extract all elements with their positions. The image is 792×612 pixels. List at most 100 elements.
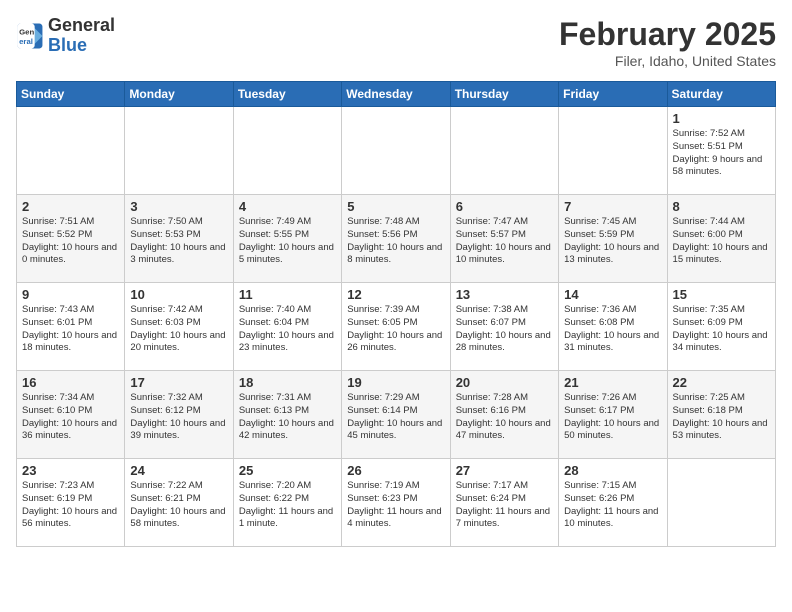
day-info: Sunrise: 7:39 AM Sunset: 6:05 PM Dayligh… <box>347 304 444 355</box>
day-number: 17 <box>130 375 227 390</box>
calendar-table: SundayMondayTuesdayWednesdayThursdayFrid… <box>16 81 776 547</box>
calendar-cell: 13 Sunrise: 7:38 AM Sunset: 6:07 PM Dayli… <box>450 283 558 371</box>
day-info: Sunrise: 7:49 AM Sunset: 5:55 PM Dayligh… <box>239 216 336 267</box>
calendar-cell <box>450 107 558 195</box>
day-info: Sunrise: 7:20 AM Sunset: 6:22 PM Dayligh… <box>239 480 336 531</box>
weekday-header: Wednesday <box>342 82 450 107</box>
calendar-cell <box>559 107 667 195</box>
day-info: Sunrise: 7:25 AM Sunset: 6:18 PM Dayligh… <box>673 392 770 443</box>
day-info: Sunrise: 7:34 AM Sunset: 6:10 PM Dayligh… <box>22 392 119 443</box>
day-info: Sunrise: 7:26 AM Sunset: 6:17 PM Dayligh… <box>564 392 661 443</box>
calendar-cell: 26Sunrise: 7:19 AM Sunset: 6:23 PM Dayli… <box>342 459 450 547</box>
day-number: 4 <box>239 199 336 214</box>
day-number: 6 <box>456 199 553 214</box>
day-info: Sunrise: 7:29 AM Sunset: 6:14 PM Dayligh… <box>347 392 444 443</box>
day-number: 16 <box>22 375 119 390</box>
calendar-cell: 25 Sunrise: 7:20 AM Sunset: 6:22 PM Dayli… <box>233 459 341 547</box>
day-number: 9 <box>22 287 119 302</box>
calendar-week-row: 16 Sunrise: 7:34 AM Sunset: 6:10 PM Dayli… <box>17 371 776 459</box>
calendar-cell: 28 Sunrise: 7:15 AM Sunset: 6:26 PM Dayli… <box>559 459 667 547</box>
logo: Gen eral General Blue <box>16 16 115 56</box>
day-info: Sunrise: 7:40 AM Sunset: 6:04 PM Dayligh… <box>239 304 336 355</box>
calendar-cell: 12 Sunrise: 7:39 AM Sunset: 6:05 PM Dayli… <box>342 283 450 371</box>
day-info: Sunrise: 7:52 AM Sunset: 5:51 PM Dayligh… <box>673 128 770 179</box>
calendar-week-row: 1 Sunrise: 7:52 AM Sunset: 5:51 PM Daylig… <box>17 107 776 195</box>
day-number: 27 <box>456 463 553 478</box>
weekday-header-row: SundayMondayTuesdayWednesdayThursdayFrid… <box>17 82 776 107</box>
calendar-week-row: 2 Sunrise: 7:51 AM Sunset: 5:52 PM Daylig… <box>17 195 776 283</box>
calendar-cell: 1 Sunrise: 7:52 AM Sunset: 5:51 PM Daylig… <box>667 107 775 195</box>
calendar-cell: 27 Sunrise: 7:17 AM Sunset: 6:24 PM Dayli… <box>450 459 558 547</box>
day-info: Sunrise: 7:31 AM Sunset: 6:13 PM Dayligh… <box>239 392 336 443</box>
calendar-cell: 23Sunrise: 7:23 AM Sunset: 6:19 PM Dayli… <box>17 459 125 547</box>
calendar-cell <box>342 107 450 195</box>
calendar-cell: 16 Sunrise: 7:34 AM Sunset: 6:10 PM Dayli… <box>17 371 125 459</box>
calendar-cell: 11 Sunrise: 7:40 AM Sunset: 6:04 PM Dayli… <box>233 283 341 371</box>
day-number: 26 <box>347 463 444 478</box>
logo-icon: Gen eral <box>16 22 44 50</box>
day-number: 2 <box>22 199 119 214</box>
calendar-cell: 17Sunrise: 7:32 AM Sunset: 6:12 PM Dayli… <box>125 371 233 459</box>
weekday-header: Friday <box>559 82 667 107</box>
day-number: 24 <box>130 463 227 478</box>
weekday-header: Sunday <box>17 82 125 107</box>
calendar-cell: 4 Sunrise: 7:49 AM Sunset: 5:55 PM Daylig… <box>233 195 341 283</box>
calendar-cell: 2 Sunrise: 7:51 AM Sunset: 5:52 PM Daylig… <box>17 195 125 283</box>
calendar-cell: 9 Sunrise: 7:43 AM Sunset: 6:01 PM Daylig… <box>17 283 125 371</box>
calendar-cell: 22 Sunrise: 7:25 AM Sunset: 6:18 PM Dayli… <box>667 371 775 459</box>
weekday-header: Monday <box>125 82 233 107</box>
day-number: 7 <box>564 199 661 214</box>
calendar-subtitle: Filer, Idaho, United States <box>559 53 776 69</box>
day-info: Sunrise: 7:15 AM Sunset: 6:26 PM Dayligh… <box>564 480 661 531</box>
day-number: 14 <box>564 287 661 302</box>
day-number: 13 <box>456 287 553 302</box>
logo-text: General Blue <box>48 16 115 56</box>
day-number: 19 <box>347 375 444 390</box>
calendar-cell: 14 Sunrise: 7:36 AM Sunset: 6:08 PM Dayli… <box>559 283 667 371</box>
day-info: Sunrise: 7:28 AM Sunset: 6:16 PM Dayligh… <box>456 392 553 443</box>
calendar-cell: 10 Sunrise: 7:42 AM Sunset: 6:03 PM Dayli… <box>125 283 233 371</box>
day-info: Sunrise: 7:43 AM Sunset: 6:01 PM Dayligh… <box>22 304 119 355</box>
day-number: 10 <box>130 287 227 302</box>
day-number: 25 <box>239 463 336 478</box>
day-info: Sunrise: 7:51 AM Sunset: 5:52 PM Dayligh… <box>22 216 119 267</box>
weekday-header: Thursday <box>450 82 558 107</box>
day-info: Sunrise: 7:36 AM Sunset: 6:08 PM Dayligh… <box>564 304 661 355</box>
day-number: 3 <box>130 199 227 214</box>
day-number: 20 <box>456 375 553 390</box>
svg-text:Gen: Gen <box>19 27 34 36</box>
calendar-cell: 8Sunrise: 7:44 AM Sunset: 6:00 PM Daylig… <box>667 195 775 283</box>
calendar-cell: 3Sunrise: 7:50 AM Sunset: 5:53 PM Daylig… <box>125 195 233 283</box>
day-info: Sunrise: 7:48 AM Sunset: 5:56 PM Dayligh… <box>347 216 444 267</box>
day-number: 22 <box>673 375 770 390</box>
day-number: 8 <box>673 199 770 214</box>
day-info: Sunrise: 7:45 AM Sunset: 5:59 PM Dayligh… <box>564 216 661 267</box>
calendar-cell <box>17 107 125 195</box>
day-number: 1 <box>673 111 770 126</box>
calendar-week-row: 23Sunrise: 7:23 AM Sunset: 6:19 PM Dayli… <box>17 459 776 547</box>
calendar-cell <box>125 107 233 195</box>
day-number: 12 <box>347 287 444 302</box>
calendar-cell: 15 Sunrise: 7:35 AM Sunset: 6:09 PM Dayli… <box>667 283 775 371</box>
calendar-cell <box>667 459 775 547</box>
calendar-cell: 7 Sunrise: 7:45 AM Sunset: 5:59 PM Daylig… <box>559 195 667 283</box>
calendar-cell: 18Sunrise: 7:31 AM Sunset: 6:13 PM Dayli… <box>233 371 341 459</box>
day-info: Sunrise: 7:38 AM Sunset: 6:07 PM Dayligh… <box>456 304 553 355</box>
day-number: 28 <box>564 463 661 478</box>
day-number: 5 <box>347 199 444 214</box>
weekday-header: Saturday <box>667 82 775 107</box>
day-number: 15 <box>673 287 770 302</box>
day-info: Sunrise: 7:22 AM Sunset: 6:21 PM Dayligh… <box>130 480 227 531</box>
day-info: Sunrise: 7:35 AM Sunset: 6:09 PM Dayligh… <box>673 304 770 355</box>
calendar-cell: 6 Sunrise: 7:47 AM Sunset: 5:57 PM Daylig… <box>450 195 558 283</box>
svg-text:eral: eral <box>19 37 33 46</box>
day-number: 11 <box>239 287 336 302</box>
day-info: Sunrise: 7:17 AM Sunset: 6:24 PM Dayligh… <box>456 480 553 531</box>
calendar-cell: 5 Sunrise: 7:48 AM Sunset: 5:56 PM Daylig… <box>342 195 450 283</box>
calendar-cell: 24 Sunrise: 7:22 AM Sunset: 6:21 PM Dayli… <box>125 459 233 547</box>
day-info: Sunrise: 7:47 AM Sunset: 5:57 PM Dayligh… <box>456 216 553 267</box>
calendar-cell <box>233 107 341 195</box>
day-info: Sunrise: 7:42 AM Sunset: 6:03 PM Dayligh… <box>130 304 227 355</box>
calendar-header: February 2025 Filer, Idaho, United State… <box>559 16 776 69</box>
calendar-cell: 19 Sunrise: 7:29 AM Sunset: 6:14 PM Dayli… <box>342 371 450 459</box>
